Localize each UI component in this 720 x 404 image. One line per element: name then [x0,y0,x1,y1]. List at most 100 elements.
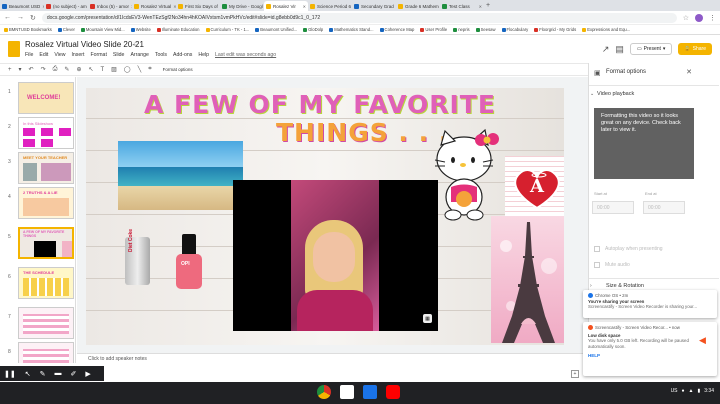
select-icon[interactable]: ↖ [88,66,93,73]
reload-icon[interactable]: ↻ [30,14,36,22]
bookmark[interactable]: Flocabulary [501,27,528,32]
bookmark[interactable]: nepris [453,27,470,32]
slide-thumbnail[interactable] [18,307,74,339]
video-playback-header[interactable]: Video playback [597,91,634,97]
bookmark[interactable]: Floorgrid - My Grids [534,27,576,32]
menu-edit[interactable]: Edit [39,52,48,58]
share-button[interactable]: 🔒 Share [678,43,712,55]
diet-coke-image[interactable]: Diet Coke [125,229,150,285]
menu-file[interactable]: File [25,52,33,58]
expand-notes-button[interactable]: + [571,370,579,378]
bookmark[interactable]: Clever [57,27,75,32]
bookmark[interactable]: Mountain View Mid... [80,27,125,32]
new-tab-button[interactable]: + [486,2,490,9]
bookmark-star-icon[interactable]: ☆ [683,14,689,22]
menu-insert[interactable]: Insert [71,52,84,58]
menu-tools[interactable]: Tools [155,52,167,58]
bookmark[interactable]: User Profile [420,27,447,32]
slide[interactable]: A FEW OF MY FAVORITE THINGS . . . Diet C… [86,88,564,345]
video-player[interactable]: ▦ [233,180,438,331]
slide-title-line2[interactable]: THINGS . . . [276,118,449,147]
browser-tab[interactable]: Test Class ✕ [440,1,484,11]
line-icon[interactable]: ╲ [138,66,142,73]
start-at-input[interactable]: 00:00 [592,201,634,214]
chevron-down-icon[interactable]: ⌄ [590,91,594,97]
format-options-button[interactable]: Format options [163,67,193,72]
redo-icon[interactable]: ↷ [41,66,46,73]
bookmark[interactable]: Mathematics Stand... [329,27,374,32]
cursor-icon[interactable]: ↖ [25,370,31,378]
bookmark[interactable]: Expressions and Equ... [582,27,630,32]
docs-icon[interactable] [363,385,377,399]
size-rotation-header[interactable]: Size & Rotation [606,283,644,289]
shape-icon[interactable]: ◯ [124,66,131,73]
mute-option[interactable]: Mute audio [594,262,630,268]
slides-logo-icon[interactable] [8,41,20,57]
browser-tab[interactable]: First Six Days of✕ [176,1,220,11]
pen-icon[interactable]: ✎ [40,370,46,378]
menu-arrange[interactable]: Arrange [130,52,148,58]
autoplay-option[interactable]: Autoplay when presenting [594,246,663,252]
paint-format-icon[interactable]: ✎ [64,66,69,73]
new-slide-icon[interactable]: + [8,67,12,73]
speaker-notes[interactable]: Click to add speaker notes [77,353,588,363]
slide-thumbnail[interactable]: In this Slideshow [18,117,74,149]
menu-add-ons[interactable]: Add-ons [173,52,192,58]
eiffel-tower-image[interactable] [491,216,564,343]
bookmark[interactable]: BMNTUSD Bookmarks [4,27,52,32]
last-edit-link[interactable]: Last edit was seconds ago [215,52,276,58]
more-menu-icon[interactable]: ⋮ [709,14,716,22]
highlighter-icon[interactable]: ▬ [54,370,61,377]
forward-icon[interactable]: → [17,14,24,21]
textbox-icon[interactable]: T [101,67,105,73]
undo-icon[interactable]: ↶ [29,66,34,73]
bookmark[interactable]: Curriculum - TK - 1... [205,27,249,32]
hello-kitty-image[interactable] [431,127,501,222]
menu-slide[interactable]: Slide [113,52,125,58]
screen-share-notification[interactable]: Chrome OS • 2m You're sharing your scree… [583,290,717,318]
star-icon[interactable]: ☆ [133,40,139,48]
browser-tab[interactable]: Beaumont USD ✕ [0,1,44,11]
profile-avatar[interactable] [695,13,703,22]
document-title[interactable]: Rosalez Virtual Video Slide 20-21 [25,40,144,49]
bookmark[interactable]: Illuminate Education [156,27,200,32]
browser-tab[interactable]: Science Period 6✕ [308,1,352,11]
low-disk-notification[interactable]: Screencastify - Screen Video Recor... • … [583,322,717,376]
browser-tab[interactable]: Grade 6 Mathem✕ [396,1,440,11]
pause-icon[interactable]: ❚❚ [4,370,16,378]
bookmark[interactable]: Beaumont Unified... [255,27,297,32]
browser-tab[interactable]: (no subject) - am✕ [44,1,88,11]
menu-view[interactable]: View [54,52,65,58]
slide-thumbnail[interactable]: MEET YOUR TEACHER [18,152,74,184]
angels-heart-image[interactable]: A [505,156,564,216]
print-icon[interactable]: ⎙ [53,66,58,73]
bookmark[interactable]: GloDolp [303,27,323,32]
eraser-icon[interactable]: ✐ [70,370,76,378]
video-options-icon[interactable]: ▦ [423,314,432,323]
crop-icon[interactable]: ⌗ [148,66,151,73]
end-at-input[interactable]: 00:00 [643,201,685,214]
bookmark[interactable]: Seesaw [475,27,496,32]
menu-help[interactable]: Help [198,52,209,58]
back-icon[interactable]: ← [4,14,11,21]
autoplay-checkbox[interactable] [594,246,600,252]
camera-icon[interactable]: ▶ [85,370,90,378]
bookmark[interactable]: Coherence Map [379,27,414,32]
browser-tab[interactable]: Inbox (5) - amor✕ [88,1,132,11]
chevron-down-icon[interactable]: ▾ [19,66,22,73]
browser-tab[interactable]: Secondary Grad✕ [352,1,396,11]
comments-icon[interactable]: ▤ [615,44,624,55]
url-field[interactable]: docs.google.com/presentation/d/1IcdsEV3-… [41,12,677,23]
browser-tab-active[interactable]: Rosalez Vir ✕ [264,1,308,11]
bookmark[interactable]: Website [130,27,151,32]
present-button[interactable]: ▭ Present ▾ [629,43,673,55]
slide-thumbnail-selected[interactable]: A FEW OF MY FAVORITE THINGS [18,227,74,259]
gmail-icon[interactable] [340,385,354,399]
zoom-icon[interactable]: ⊕ [76,66,81,73]
chevron-right-icon[interactable]: › [590,283,592,289]
slide-thumbnail[interactable]: WELCOME! [18,82,74,114]
youtube-icon[interactable] [386,385,400,399]
system-tray[interactable]: US ● ▲ ▮ 3:34 [671,388,714,394]
activity-icon[interactable]: ↗ [602,44,610,55]
menu-format[interactable]: Format [90,52,106,58]
